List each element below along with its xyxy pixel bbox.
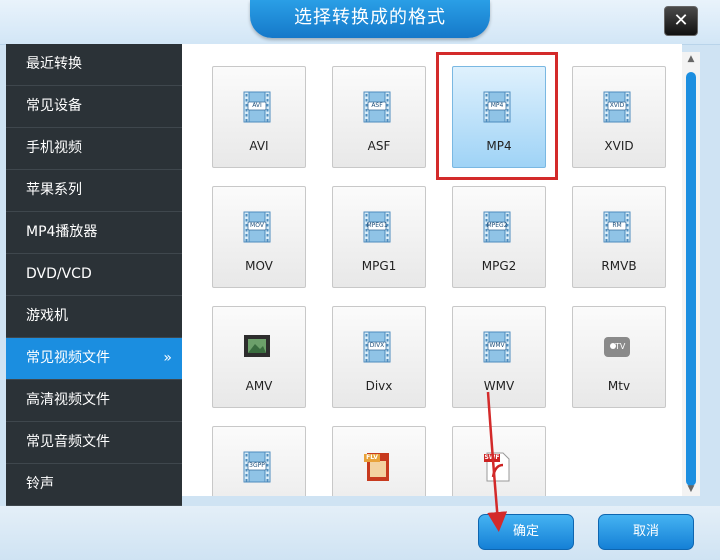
sidebar-item-common-devices[interactable]: 常见设备 xyxy=(6,86,182,128)
format-tile[interactable]: SWF xyxy=(452,426,546,496)
format-tile[interactable]: XVID XVID xyxy=(572,66,666,168)
format-label: MOV xyxy=(245,259,273,273)
cancel-button-label: 取消 xyxy=(632,524,659,539)
sidebar-item-label: 常见设备 xyxy=(26,98,82,114)
sidebar-item-audio[interactable]: 常见音频文件 xyxy=(6,422,182,464)
format-badge: WMV xyxy=(489,342,505,349)
format-tile[interactable]: MPEG2 MPG2 xyxy=(452,186,546,288)
chevron-right-icon: » xyxy=(163,350,172,366)
format-tile[interactable]: WMV WMV xyxy=(452,306,546,408)
cancel-button[interactable]: 取消 xyxy=(598,514,694,550)
format-tile[interactable]: DIVX Divx xyxy=(332,306,426,408)
sidebar-item-mp4-player[interactable]: MP4播放器 xyxy=(6,212,182,254)
format-label: RMVB xyxy=(601,259,637,273)
selection-highlight-frame xyxy=(436,52,558,180)
format-label: MPG1 xyxy=(361,259,397,273)
format-badge: MOV xyxy=(250,222,264,229)
format-tile[interactable]: AMV xyxy=(212,306,306,408)
format-tile[interactable]: 3GPP xyxy=(212,426,306,496)
scrollbar-thumb[interactable] xyxy=(686,72,696,486)
format-label: AMV xyxy=(245,379,273,393)
sidebar-item-phone-video[interactable]: 手机视频 xyxy=(6,128,182,170)
format-badge: DIVX xyxy=(369,342,385,349)
sidebar-item-label: 常见视频文件 xyxy=(26,350,110,366)
format-tile[interactable]: AVI AVI xyxy=(212,66,306,168)
format-badge: XVID xyxy=(609,102,625,109)
scroll-down-icon[interactable]: ▼ xyxy=(682,482,700,496)
sidebar-item-label: 高清视频文件 xyxy=(26,392,110,408)
sidebar-item-ringtone[interactable]: 铃声 xyxy=(6,464,182,506)
format-tile[interactable]: TV Mtv xyxy=(572,306,666,408)
format-tile[interactable]: FLV xyxy=(332,426,426,496)
amv-film-icon xyxy=(244,335,270,357)
ok-button[interactable]: 确定 xyxy=(478,514,574,550)
sidebar-item-label: 手机视频 xyxy=(26,140,82,156)
format-badge: FLV xyxy=(366,454,378,461)
ok-button-label: 确定 xyxy=(512,524,539,539)
format-label: Mtv xyxy=(607,379,631,393)
format-badge: ASF xyxy=(371,102,383,109)
format-badge: SWF xyxy=(484,454,500,461)
format-label: XVID xyxy=(604,139,634,153)
sidebar-item-label: 苹果系列 xyxy=(26,182,82,198)
sidebar-item-game-console[interactable]: 游戏机 xyxy=(6,296,182,338)
format-badge: RM xyxy=(612,222,622,229)
sidebar-item-label: 游戏机 xyxy=(26,308,68,324)
format-badge: TV xyxy=(615,342,626,351)
format-tile[interactable]: MPEG1 MPG1 xyxy=(332,186,426,288)
sidebar-item-hd-video[interactable]: 高清视频文件 xyxy=(6,380,182,422)
close-icon: ✕ xyxy=(673,10,689,31)
format-label: Divx xyxy=(365,379,393,393)
sidebar-item-label: DVD/VCD xyxy=(26,266,92,282)
format-grid: AVI AVI ASF ASF MP4 MP4 XVID XVID MOV MOV MPEG1 MPG… xyxy=(182,44,682,496)
close-button[interactable]: ✕ xyxy=(664,6,698,36)
format-tile[interactable]: MOV MOV xyxy=(212,186,306,288)
sidebar-item-apple[interactable]: 苹果系列 xyxy=(6,170,182,212)
sidebar-item-label: 常见音频文件 xyxy=(26,434,110,450)
sidebar-item-label: MP4播放器 xyxy=(26,224,98,240)
scrollbar[interactable]: ▲ ▼ xyxy=(682,52,700,496)
sidebar-item-common-video[interactable]: 常见视频文件 » xyxy=(6,338,182,380)
format-badge: 3GPP xyxy=(249,462,265,469)
convert-format-dialog: 选择转换成的格式 ✕ 最近转换 常见设备 手机视频 苹果系列 MP4播放器 DV… xyxy=(0,0,720,560)
category-sidebar: 最近转换 常见设备 手机视频 苹果系列 MP4播放器 DVD/VCD 游戏机 常… xyxy=(6,44,182,506)
scroll-up-icon[interactable]: ▲ xyxy=(682,52,700,66)
format-label: MPG2 xyxy=(481,259,517,273)
format-label: AVI xyxy=(249,139,269,153)
sidebar-item-label: 最近转换 xyxy=(26,56,82,72)
format-label: WMV xyxy=(483,379,515,393)
format-badge: AVI xyxy=(252,102,262,109)
format-tile[interactable]: ASF ASF xyxy=(332,66,426,168)
format-badge: MPEG2 xyxy=(486,222,508,229)
sidebar-item-dvd-vcd[interactable]: DVD/VCD xyxy=(6,254,182,296)
format-tile[interactable]: RM RMVB xyxy=(572,186,666,288)
dialog-title: 选择转换成的格式 xyxy=(250,0,490,38)
format-label: ASF xyxy=(367,139,391,153)
sidebar-item-label: 铃声 xyxy=(26,476,54,492)
format-badge: MPEG1 xyxy=(366,222,388,229)
sidebar-item-recent[interactable]: 最近转换 xyxy=(6,44,182,86)
